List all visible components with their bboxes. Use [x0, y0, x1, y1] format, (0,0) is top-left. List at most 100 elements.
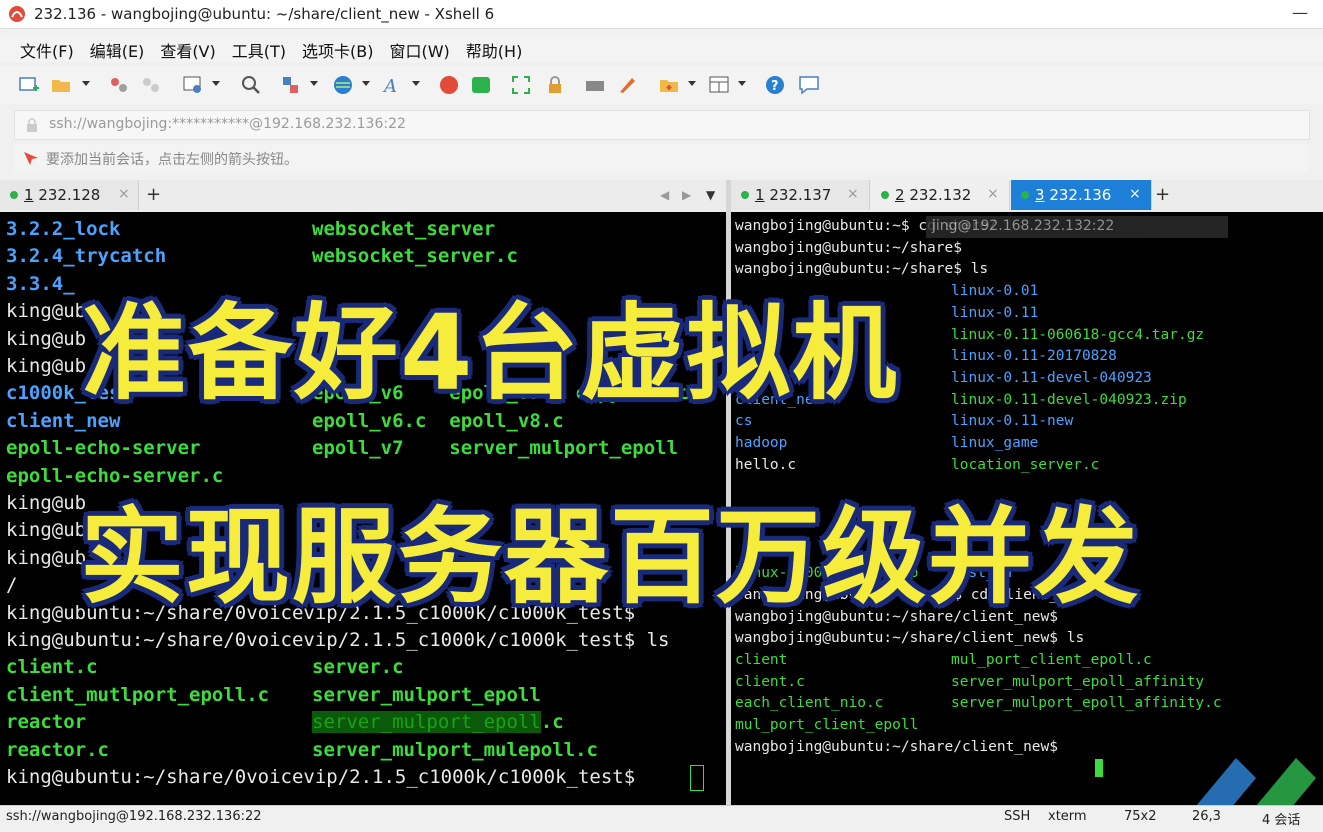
- disconnect-icon[interactable]: [140, 74, 162, 96]
- terminal-line: 3.2.4_trycatch: [6, 243, 166, 270]
- new-tab-button[interactable]: +: [1155, 184, 1170, 205]
- terminal-text: wangbojing@ubuntu:~/share/client_new$ ls: [735, 630, 1085, 647]
- tab-close-icon[interactable]: ×: [118, 186, 130, 202]
- address-lock-icon: [25, 117, 39, 137]
- terminal-text: each_client_nio.c: [735, 695, 884, 712]
- terminal-line: king@ub: [6, 517, 86, 544]
- bookmark-arrow-icon[interactable]: [22, 150, 40, 170]
- keyboard-icon[interactable]: [584, 74, 606, 96]
- terminal-line: king@ub: [6, 326, 86, 353]
- tab-232-136[interactable]: 3 232.136 ×: [1011, 180, 1152, 210]
- terminal-text: king@ubuntu:~/share/0voicevip/2.1.5_c100…: [6, 629, 670, 651]
- terminal-text: reactor: [6, 711, 87, 734]
- menu-view[interactable]: 查看(V): [160, 38, 215, 62]
- tab-scroll-left-icon[interactable]: ◀: [660, 188, 669, 202]
- xshell-icon[interactable]: [438, 74, 460, 96]
- terminal-text: websocket_server.c: [312, 243, 518, 270]
- terminal-text: server_mulport_epoll_affinity: [951, 672, 1204, 694]
- properties-icon[interactable]: [182, 74, 204, 96]
- address-text[interactable]: ssh://wangbojing:***********@192.168.232…: [49, 116, 406, 132]
- terminal-line: king@ub: [6, 298, 86, 325]
- menu-tools[interactable]: 工具(T): [232, 38, 286, 62]
- terminal-text: linux-0.01: [951, 281, 1038, 303]
- terminal-line: king@ub: [6, 353, 86, 380]
- add-folder-icon[interactable]: [658, 74, 680, 96]
- terminal-text: king@ub: [6, 546, 87, 569]
- caption-line-2: 实现服务器百万级并发: [80, 496, 1141, 618]
- terminal-line: 3.2.2_lock: [6, 216, 120, 243]
- tab-label: 232.137: [764, 186, 832, 204]
- connect-icon[interactable]: [108, 74, 130, 96]
- search-icon[interactable]: [240, 74, 262, 96]
- terminal-text: wangbojing@ubuntu:~/share/client_new$: [735, 738, 1067, 755]
- tab-232-128[interactable]: 1 232.128 ×: [0, 180, 139, 210]
- terminal-text: linux-0.11-devel-040923.zip: [951, 390, 1187, 412]
- tab-close-icon[interactable]: ×: [847, 186, 859, 202]
- terminal-line: reactor: [6, 709, 86, 736]
- terminal-text-col2: linux-0.11-20170828: [951, 348, 1117, 365]
- help-icon[interactable]: ?: [764, 74, 786, 96]
- terminal-text: king@ub: [6, 327, 87, 350]
- fullscreen-icon[interactable]: [510, 74, 532, 96]
- terminal-text: epoll-echo-server: [6, 437, 201, 460]
- terminal-line: king@ub: [6, 545, 86, 572]
- chat-icon[interactable]: [798, 74, 820, 96]
- terminal-text: server.c: [312, 654, 404, 681]
- menu-file[interactable]: 文件(F): [20, 38, 74, 62]
- font-icon[interactable]: A: [382, 74, 404, 97]
- terminal-text: client.c: [735, 673, 805, 690]
- terminal-line: wangbojing@ubuntu:~/share/client_new$ ls: [735, 628, 1084, 650]
- terminal-text: client_mutlport_epoll.c: [6, 683, 270, 706]
- hint-bar: 要添加当前会话，点击左侧的箭头按钮。: [14, 144, 1308, 172]
- menu-help[interactable]: 帮助(H): [466, 38, 523, 62]
- terminal-text-col2: server_mulport_epoll_affinity: [951, 673, 1205, 690]
- terminal-text: linux-0.11-060618-gcc4.tar.gz: [951, 325, 1204, 347]
- terminal-text-col2: server_mulport_epoll: [312, 683, 541, 706]
- tab-label: 232.128: [33, 186, 101, 204]
- terminal-line: king@ubuntu:~/share/0voicevip/2.1.5_c100…: [6, 764, 647, 791]
- globe-icon[interactable]: [332, 74, 354, 96]
- terminal-text: client.c: [6, 656, 98, 679]
- terminal-text: /: [6, 574, 18, 597]
- caption-line-1: 准备好4台虚拟机: [82, 292, 899, 414]
- terminal-text-col2: websocket_server.c: [312, 245, 518, 268]
- tab-number: 1: [24, 186, 34, 204]
- terminal-text: king@ub: [6, 492, 87, 514]
- connected-dot-icon: [1021, 191, 1029, 199]
- terminal-text-col2: linux-0.11-devel-040923.zip: [951, 391, 1187, 408]
- terminal-text: 3.3.4_: [6, 272, 75, 295]
- new-session-icon[interactable]: [18, 74, 40, 96]
- menu-tabs[interactable]: 选项卡(B): [302, 38, 373, 62]
- terminal-line: wangbojing@ubuntu:~/share$: [735, 238, 962, 260]
- menu-window[interactable]: 窗口(W): [389, 38, 449, 62]
- connected-dot-icon: [741, 191, 749, 199]
- address-bar[interactable]: ssh://wangbojing:***********@192.168.232…: [14, 110, 1310, 140]
- terminal-line: hadoop: [735, 433, 787, 455]
- new-tab-button[interactable]: +: [146, 184, 161, 205]
- minimize-button[interactable]: —: [1277, 0, 1323, 28]
- highlight-icon[interactable]: [616, 74, 638, 96]
- tab-232-137[interactable]: 1 232.137 ×: [731, 180, 870, 210]
- terminal-line: each_client_nio.c: [735, 693, 883, 715]
- hint-text: 要添加当前会话，点击左侧的箭头按钮。: [46, 152, 298, 168]
- terminal-text: server_mulport_epoll_affinity.c: [951, 693, 1222, 715]
- tab-scroll-right-icon[interactable]: ▶: [682, 188, 691, 202]
- layout-icon[interactable]: [708, 74, 730, 96]
- terminal-text: reactor.c: [6, 738, 109, 761]
- tab-close-icon[interactable]: ×: [987, 186, 999, 202]
- open-folder-icon[interactable]: [50, 74, 72, 96]
- transfer-icon[interactable]: [280, 74, 302, 96]
- tab-close-icon[interactable]: ×: [1129, 186, 1141, 202]
- status-sessions: 4 会话: [1262, 813, 1301, 828]
- xftp-icon[interactable]: [470, 74, 492, 96]
- tab-number: 1: [755, 186, 765, 204]
- terminal-text-col2: linux-0.11-new: [951, 413, 1074, 430]
- menu-edit[interactable]: 编辑(E): [90, 38, 145, 62]
- lock-icon[interactable]: [544, 74, 566, 96]
- terminal-text: mul_port_client_epoll: [735, 717, 919, 734]
- tab-232-132[interactable]: 2 232.132 ×: [871, 180, 1010, 210]
- terminal-line: 3.3.4_: [6, 271, 75, 298]
- status-term: xterm: [1048, 809, 1087, 824]
- tab-list-icon[interactable]: ▼: [706, 188, 715, 202]
- terminal-text-col2: linux-0.11: [951, 304, 1039, 321]
